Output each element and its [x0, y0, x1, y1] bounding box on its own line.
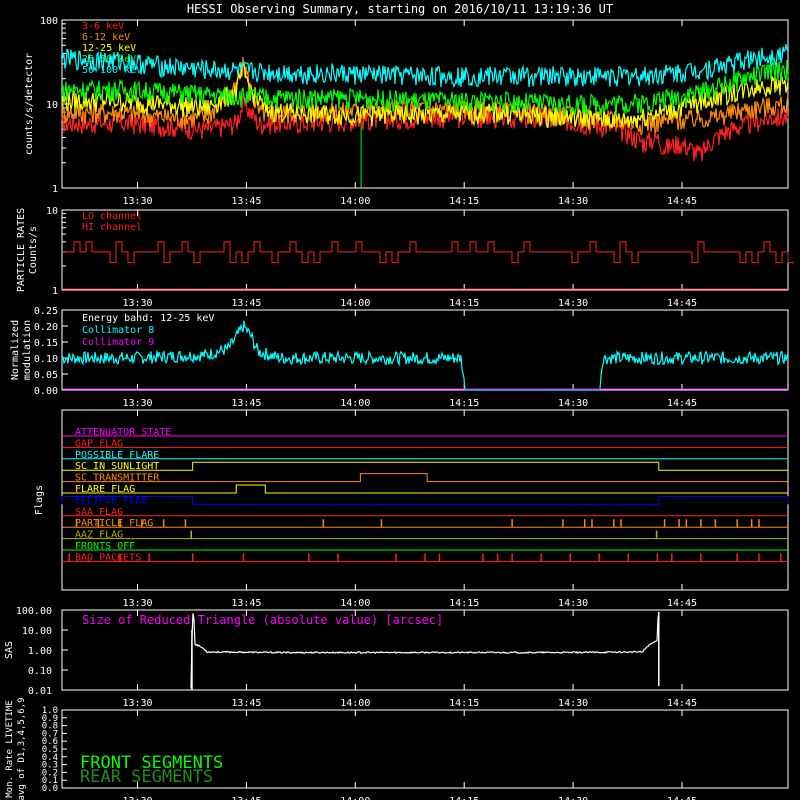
x-tick-label: 14:45 [667, 298, 697, 309]
y-tick-label: 10 [46, 206, 58, 217]
y-tick-label: 100 [40, 16, 58, 27]
x-tick-label: 13:30 [122, 698, 152, 709]
x-tick-label: 14:30 [558, 196, 588, 207]
x-tick-label: 14:30 [558, 796, 588, 800]
y-tick-label: 0.10 [28, 666, 52, 677]
x-tick-label: 14:00 [340, 196, 370, 207]
legend-entry: Energy band: 12-25 keV [82, 313, 214, 324]
y-axis-label: modulation [22, 320, 33, 380]
collimator-8-line [61, 320, 789, 391]
legend-entry: LO channel [82, 211, 142, 222]
flag-line [62, 461, 788, 471]
x-tick-label: 13:45 [231, 298, 261, 309]
x-tick-label: 14:45 [667, 796, 697, 800]
hessi-summary-figure: HESSI Observing Summary, starting on 201… [4, 2, 794, 800]
legend-entry: 50-100 keV [82, 65, 142, 76]
x-tick-label: 13:30 [122, 298, 152, 309]
y-tick-label: 1.0 [42, 706, 58, 716]
x-tick-label: 14:45 [667, 398, 697, 409]
x-tick-label: 14:15 [449, 698, 479, 709]
y-tick-label: 0.15 [34, 338, 58, 349]
x-tick-label: 14:30 [558, 598, 588, 609]
legend-entry: 12-25 keV [82, 43, 136, 54]
y-axis-label: Counts/s [28, 226, 39, 274]
y-tick-label: 1 [52, 286, 58, 297]
x-tick-label: 13:45 [231, 196, 261, 207]
flag-line [62, 473, 788, 483]
y-tick-label: 0.20 [34, 322, 58, 333]
x-tick-label: 13:45 [231, 598, 261, 609]
x-tick-label: 14:00 [340, 298, 370, 309]
x-tick-label: 14:45 [667, 196, 697, 207]
legend-entry: Collimator 9 [82, 337, 154, 348]
legend-entry: HI channel [82, 222, 142, 233]
x-tick-label: 14:30 [558, 298, 588, 309]
x-tick-label: 13:30 [122, 796, 152, 800]
panel-frame-2 [61, 209, 789, 291]
x-tick-label: 13:45 [231, 796, 261, 800]
x-tick-label: 13:30 [122, 398, 152, 409]
y-tick-label: 10.00 [22, 626, 52, 637]
figure-title: HESSI Observing Summary, starting on 201… [187, 2, 613, 16]
x-tick-label: 14:15 [449, 398, 479, 409]
y-tick-label: 0.05 [34, 370, 58, 381]
x-tick-label: 13:30 [122, 598, 152, 609]
y-axis-label: Normalized [10, 320, 21, 380]
x-tick-label: 14:15 [449, 796, 479, 800]
x-tick-label: 13:45 [231, 398, 261, 409]
x-tick-label: 14:45 [667, 598, 697, 609]
y-tick-label: 0.01 [28, 686, 52, 697]
legend-entry: 6-12 keV [82, 32, 130, 43]
y-axis-label: counts/s/detector [24, 53, 35, 155]
flag-line [61, 495, 789, 505]
flag-line [62, 484, 788, 494]
x-tick-label: 14:00 [340, 598, 370, 609]
x-tick-label: 14:15 [449, 196, 479, 207]
series-line-4 [61, 43, 789, 89]
x-tick-label: 14:45 [667, 698, 697, 709]
y-tick-label: 100.00 [16, 606, 52, 617]
x-tick-label: 14:15 [449, 598, 479, 609]
flag-label: ECLIPSE FLAG [75, 495, 147, 506]
y-tick-label: 1.00 [28, 646, 52, 657]
x-tick-label: 13:45 [231, 698, 261, 709]
x-tick-label: 14:00 [340, 796, 370, 800]
y-tick-label: 0.00 [34, 386, 58, 397]
x-tick-label: 14:30 [558, 398, 588, 409]
x-tick-label: 14:15 [449, 298, 479, 309]
y-tick-label: 1 [52, 184, 58, 195]
x-tick-label: 14:00 [340, 698, 370, 709]
x-tick-label: 14:00 [340, 398, 370, 409]
legend-entry: Collimator 8 [82, 325, 154, 336]
y-axis-label: Mon. Rate LIVETIME [5, 700, 15, 798]
x-tick-label: 14:30 [558, 698, 588, 709]
legend-entry: 3-6 keV [82, 21, 124, 32]
legend-entry: REAR SEGMENTS [80, 767, 213, 787]
y-tick-label: 0.25 [34, 306, 58, 317]
x-tick-label: 13:30 [122, 196, 152, 207]
lo-channel-line [62, 241, 794, 264]
legend-entry: Size of Reduced Triangle (absolute value… [82, 613, 443, 627]
y-axis-label: avg of D1,3,4,5,6,9 [17, 698, 27, 800]
y-axis-label: PARTICLE RATES [16, 208, 27, 292]
y-axis-label: Flags [34, 485, 45, 515]
y-axis-label: SAS [4, 641, 15, 659]
y-tick-label: 0.10 [34, 354, 58, 365]
y-tick-label: 10 [46, 100, 58, 111]
